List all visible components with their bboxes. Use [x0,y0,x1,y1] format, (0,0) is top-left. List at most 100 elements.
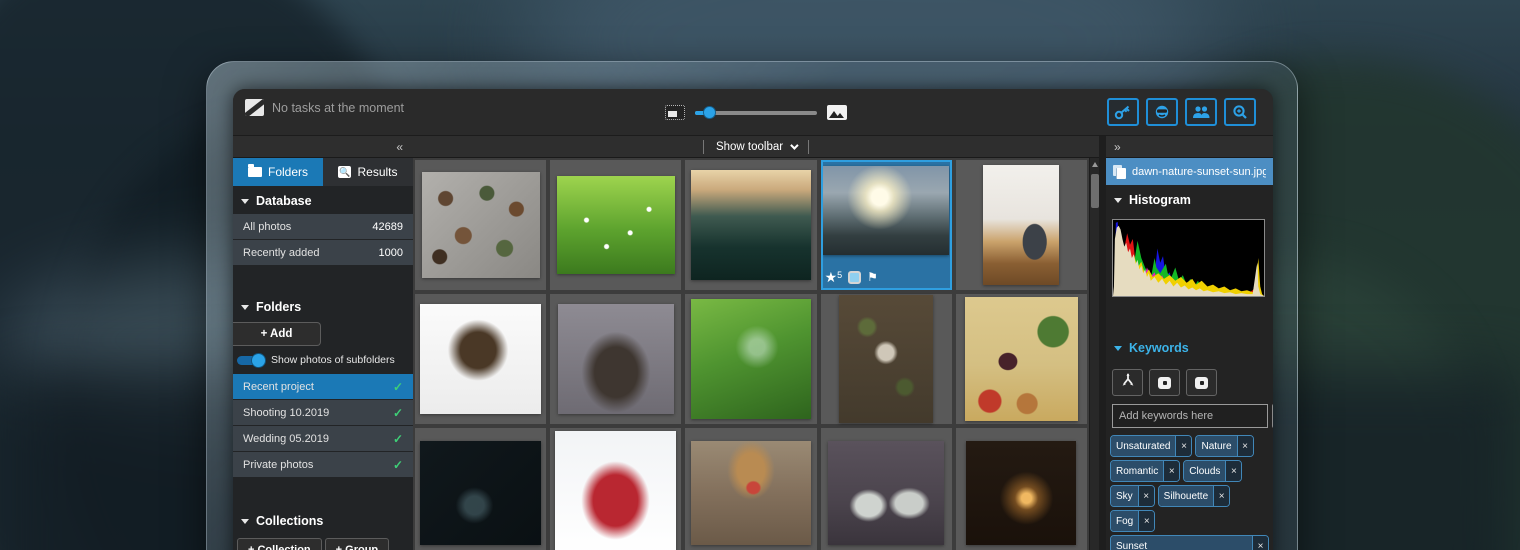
subfolders-toggle[interactable] [237,352,266,368]
keyword-tag[interactable]: Fog × [1110,510,1156,532]
keyword-hierarchy-button[interactable] [1112,369,1143,396]
photo-cell-girl-writing[interactable] [415,294,547,424]
photo-cell-forest-sunset[interactable] [685,160,817,290]
flag-icon[interactable]: ⚑ [867,270,878,284]
face-recognition-button[interactable] [1146,98,1178,126]
show-toolbar-button[interactable]: Show toolbar [716,140,799,153]
remove-tag-button[interactable]: × [1225,461,1242,481]
search-plus-icon [1231,104,1249,120]
photo-cell-sneakers[interactable] [820,428,952,550]
folder-item[interactable]: Private photos ✓ [233,452,413,477]
histogram-section-header[interactable]: Histogram [1106,185,1273,213]
color-label-icon[interactable] [848,270,862,284]
keyword-tag[interactable]: Nature × [1195,435,1254,457]
keyword-tag-label: Fog [1111,511,1139,531]
slider-knob[interactable] [703,105,716,119]
photo-cell-office-desk[interactable] [955,160,1087,290]
thumbnail-size-slider[interactable] [695,105,817,119]
tab-folders[interactable]: Folders [233,158,323,186]
rating-star-icon[interactable]: ★ 5 [825,269,843,286]
remove-tag-button[interactable]: × [1175,436,1192,456]
remove-tag-button[interactable]: × [1163,461,1180,481]
photo-cell-still-life[interactable] [955,294,1087,424]
hierarchy-icon [1121,373,1135,392]
selected-file-bar[interactable]: dawn-nature-sunset-sun.jpg [1106,158,1273,185]
database-row[interactable]: All photos 42689 [233,214,413,239]
remove-tag-button[interactable]: × [1236,436,1253,456]
keyword-tools [1112,369,1273,396]
keyword-tag[interactable]: Silhouette × [1157,485,1231,507]
folder-icon [247,164,262,177]
keyword-tag[interactable]: Clouds × [1183,460,1243,482]
people-button[interactable] [1185,98,1217,126]
photo-cell-candle-carousel[interactable] [955,428,1087,550]
large-thumbnails-icon[interactable] [827,105,847,120]
scroll-up-arrow[interactable] [1092,162,1098,167]
folder-item[interactable]: Wedding 05.2019 ✓ [233,426,413,451]
folder-item[interactable]: Recent project ✓ [233,374,413,399]
keyword-tag[interactable]: Unsaturated × [1110,435,1193,457]
add-collection-button[interactable]: + Collection [237,538,322,550]
main-area: « Folders 🔍 Results Database All photos … [233,136,1273,550]
photo-cell-meadow[interactable] [550,160,682,290]
remove-tag-button[interactable]: × [1213,486,1230,506]
top-bar: No tasks at the moment [233,89,1273,136]
photo-cell-forest-ground[interactable] [820,294,952,424]
top-right-toolbar [1107,98,1256,126]
sidebar-collapse-bar: « [233,136,413,158]
remove-tag-button[interactable]: × [1137,486,1154,506]
no-tasks-icon [245,99,264,116]
search-button[interactable] [1224,98,1256,126]
photo-thumb-meadow [556,175,675,275]
database-section-header[interactable]: Database [233,186,413,214]
histogram-header-label: Histogram [1129,193,1191,207]
folders-section-header[interactable]: Folders [233,292,413,320]
photo-cell-teacups[interactable] [415,160,547,290]
keyword-tag[interactable]: Romantic × [1110,460,1181,482]
file-copy-icon [1113,164,1126,179]
collections-section-header[interactable]: Collections [233,506,413,534]
expand-panel-icon[interactable]: » [1114,140,1121,154]
remove-tag-button[interactable]: × [1138,511,1155,531]
folder-items: Recent project ✓ Shooting 10.2019 ✓ Wedding … [233,374,413,477]
add-group-button[interactable]: + Group [324,538,390,550]
folder-item[interactable]: Shooting 10.2019 ✓ [233,400,413,425]
panel-divider [1099,136,1106,550]
photo-cell-dark-glass[interactable] [415,428,547,550]
database-row[interactable]: Recently added 1000 [233,240,413,265]
add-box-icon [1195,376,1208,389]
photo-cell-dragonfly[interactable] [685,294,817,424]
keyword-tag[interactable]: Sky × [1110,485,1155,507]
assign-keyword-alt-button[interactable] [1186,369,1217,396]
photo-thumb-dawn-sunset [823,166,950,256]
chevron-down-icon [241,198,249,204]
keyword-input[interactable] [1112,404,1268,428]
database-row-label: Recently added [243,246,320,259]
tab-results[interactable]: 🔍 Results [323,158,413,186]
collapse-sidebar-icon[interactable]: « [396,140,403,154]
add-keyword-button[interactable]: + [1272,404,1273,428]
assign-keyword-button[interactable] [1149,369,1180,396]
keyword-tag-label: Unsaturated [1111,436,1176,456]
grid-toolbar-strip: Show toolbar [413,136,1099,158]
photo-cell-dawn-sunset[interactable]: ★ 5 ⚑ [820,160,952,290]
photo-thumb-family-red [555,430,677,550]
left-sidebar: « Folders 🔍 Results Database All photos … [233,136,413,550]
remove-tag-button[interactable]: × [1252,536,1268,550]
chevron-down-icon [1114,197,1122,203]
keywords-tool-button[interactable] [1107,98,1139,126]
checkmark-icon: ✓ [392,457,403,472]
collections-buttons: + Collection + Group [237,538,413,550]
photo-cell-puppy[interactable] [550,294,682,424]
histogram-graphic [1113,221,1264,296]
chevron-down-icon [790,140,799,150]
photo-cell-family-red[interactable] [550,428,682,550]
grid-scrollbar[interactable] [1089,158,1099,550]
add-folder-button[interactable]: + Add [233,322,321,346]
keyword-tag[interactable]: Sunset × [1110,535,1269,550]
small-thumbnails-icon[interactable] [665,105,685,120]
keywords-section-header[interactable]: Keywords [1106,333,1273,361]
photo-cell-phone-selfie[interactable] [685,428,817,550]
scrollbar-thumb[interactable] [1091,174,1099,208]
